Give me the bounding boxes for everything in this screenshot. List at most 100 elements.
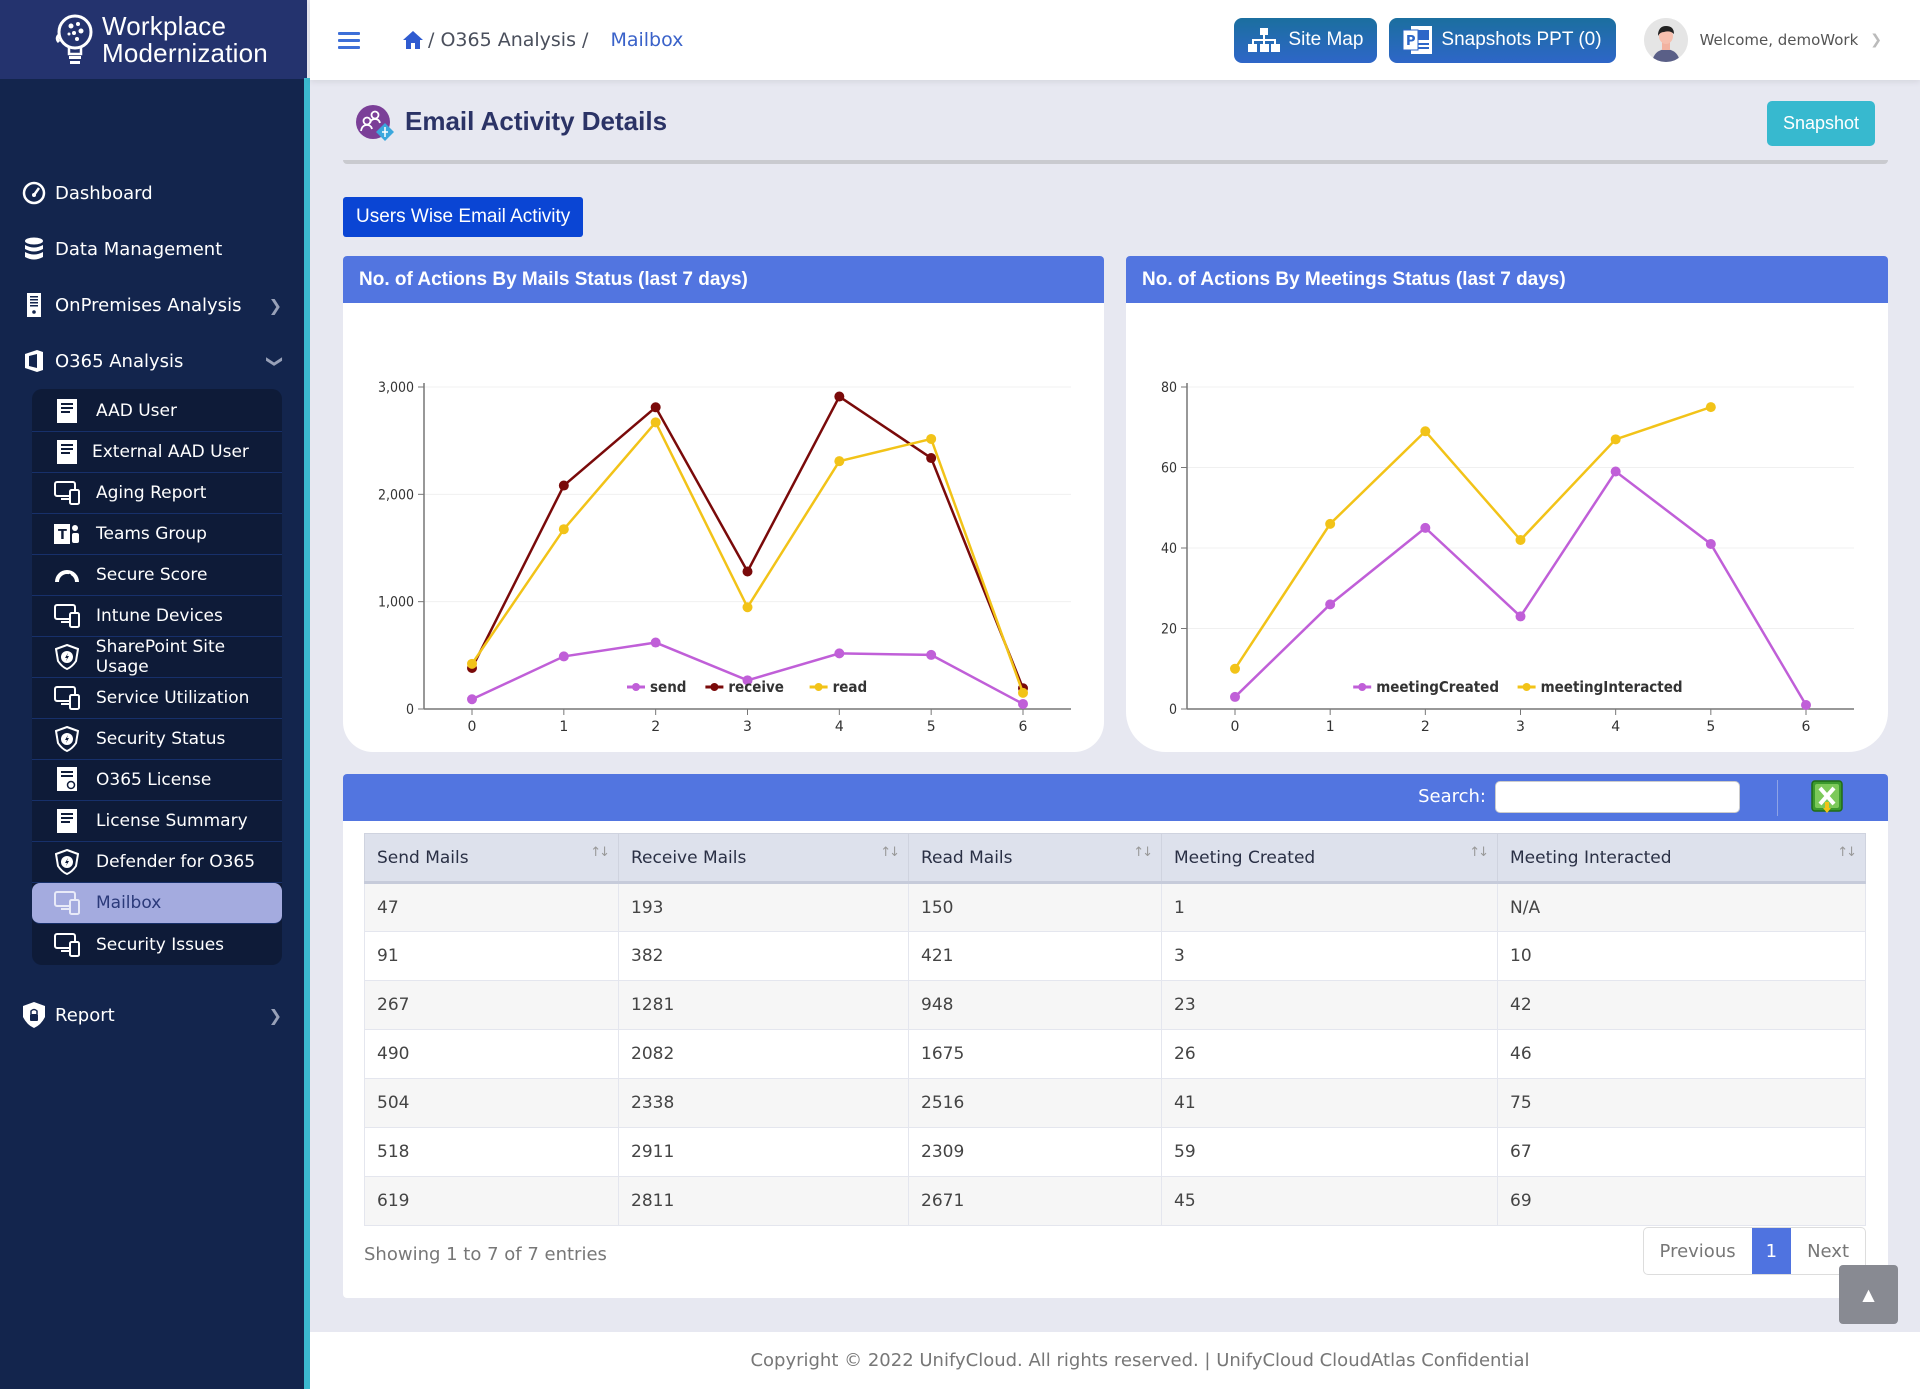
data-point-meetingInteracted[interactable] bbox=[1230, 663, 1240, 674]
data-point-meetingInteracted[interactable] bbox=[1705, 402, 1716, 413]
sidebar-item-service-utilization[interactable]: Service Utilization bbox=[32, 678, 282, 719]
sidebar-item-mailbox[interactable]: Mailbox bbox=[32, 883, 282, 924]
legend-item-receive[interactable]: receive bbox=[705, 678, 784, 696]
sidebar-item-aad-user[interactable]: AAD User bbox=[32, 391, 282, 432]
page-1-button[interactable]: 1 bbox=[1751, 1228, 1792, 1274]
data-point-receive[interactable] bbox=[926, 453, 937, 464]
table-cell: 41 bbox=[1161, 1078, 1498, 1128]
data-point-read[interactable] bbox=[742, 602, 753, 613]
home-icon[interactable] bbox=[402, 30, 424, 50]
data-point-send[interactable] bbox=[834, 648, 845, 659]
sidebar-item-dashboard[interactable]: Dashboard bbox=[0, 165, 304, 221]
sidebar-item-label: OnPremises Analysis bbox=[55, 294, 242, 316]
y-tick-label: 1,000 bbox=[378, 595, 414, 611]
sitemap-icon bbox=[1248, 28, 1281, 52]
menu-toggle-icon[interactable] bbox=[338, 31, 360, 49]
sidebar-item-defender-for-o365[interactable]: Defender for O365 bbox=[32, 842, 282, 883]
column-header-receive-mails[interactable]: Receive Mails ↑↓ bbox=[618, 833, 909, 884]
search-input[interactable] bbox=[1495, 781, 1740, 813]
breadcrumb-section[interactable]: / O365 Analysis / bbox=[428, 29, 588, 51]
user-menu[interactable]: Welcome, demoWork ❯ bbox=[1643, 18, 1882, 62]
sidebar-item-o365-analysis[interactable]: O365 Analysis ❯ bbox=[0, 333, 304, 389]
users-wise-email-activity-button[interactable]: Users Wise Email Activity bbox=[343, 197, 584, 237]
column-header-send-mails[interactable]: Send Mails ↑↓ bbox=[364, 833, 619, 884]
users-diamond-icon bbox=[356, 105, 394, 141]
top-actions: Site Map P Snapshots PPT (0) Welcome, de… bbox=[1234, 0, 1920, 80]
data-point-meetingInteracted[interactable] bbox=[1610, 434, 1621, 445]
snapshots-ppt-button[interactable]: P Snapshots PPT (0) bbox=[1389, 17, 1616, 63]
excel-export-icon[interactable] bbox=[1811, 780, 1843, 814]
sidebar-item-secure-score[interactable]: Secure Score bbox=[32, 555, 282, 596]
site-map-button[interactable]: Site Map bbox=[1234, 17, 1378, 63]
sidebar-item-data-management[interactable]: Data Management bbox=[0, 221, 304, 277]
column-header-meeting-created[interactable]: Meeting Created ↑↓ bbox=[1161, 833, 1498, 884]
sidebar-item-security-issues[interactable]: Security Issues bbox=[32, 924, 282, 965]
sidebar-item-aging-report[interactable]: Aging Report bbox=[32, 473, 282, 514]
sidebar-item-sharepoint-site-usage[interactable]: SharePoint Site Usage bbox=[32, 637, 282, 678]
data-point-read[interactable] bbox=[926, 433, 937, 444]
table-cell: 518 bbox=[364, 1127, 619, 1177]
data-point-send[interactable] bbox=[558, 651, 569, 662]
data-point-meetingCreated[interactable] bbox=[1610, 466, 1621, 477]
legend-item-send[interactable]: send bbox=[627, 678, 686, 696]
x-tick-label: 6 bbox=[1019, 719, 1028, 735]
data-point-meetingCreated[interactable] bbox=[1515, 611, 1526, 622]
avatar bbox=[1643, 18, 1688, 62]
sidebar-item-intune-devices[interactable]: Intune Devices bbox=[32, 596, 282, 637]
table-cell: 193 bbox=[618, 882, 909, 932]
chart-title: No. of Actions By Meetings Status (last … bbox=[1126, 256, 1888, 303]
data-point-meetingCreated[interactable] bbox=[1325, 599, 1336, 610]
data-point-send[interactable] bbox=[467, 694, 477, 705]
data-point-meetingInteracted[interactable] bbox=[1325, 518, 1336, 529]
y-tick-label: 3,000 bbox=[378, 380, 414, 396]
data-point-receive[interactable] bbox=[834, 391, 845, 402]
devices-icon bbox=[54, 686, 80, 710]
data-point-send[interactable] bbox=[650, 637, 661, 648]
sidebar-item-security-status[interactable]: Security Status bbox=[32, 719, 282, 760]
breadcrumb: / O365 Analysis / Mailbox bbox=[402, 29, 683, 51]
shield-icon bbox=[54, 644, 80, 670]
legend-item-meetingInteracted[interactable]: meetingInteracted bbox=[1517, 678, 1683, 696]
table-row: 267 1281 948 23 42 bbox=[364, 980, 1866, 1030]
table-body: 47 193 150 1 N/A 91 382 421 3 10 267 1281 948 23 42 490… bbox=[364, 882, 1866, 1226]
data-point-read[interactable] bbox=[467, 658, 477, 669]
brand-name: Workplace Modernization bbox=[102, 12, 268, 67]
data-point-meetingCreated[interactable] bbox=[1420, 522, 1431, 533]
scroll-to-top-button[interactable]: ▲ bbox=[1839, 1265, 1898, 1324]
data-point-read[interactable] bbox=[1018, 687, 1028, 698]
data-point-read[interactable] bbox=[558, 524, 569, 535]
mails-status-chart: 0 1,000 2,000 3,000 0 1 2 3 4 5 6 send receive read bbox=[378, 380, 1071, 735]
snapshot-button[interactable]: Snapshot bbox=[1767, 101, 1875, 146]
data-point-meetingCreated[interactable] bbox=[1801, 699, 1811, 710]
sidebar-item-o365-license[interactable]: O365 License bbox=[32, 760, 282, 801]
mails-status-chart-card: No. of Actions By Mails Status (last 7 d… bbox=[343, 256, 1104, 752]
data-point-receive[interactable] bbox=[558, 480, 569, 491]
data-point-receive[interactable] bbox=[742, 566, 753, 577]
data-point-receive[interactable] bbox=[650, 402, 661, 413]
data-point-meetingCreated[interactable] bbox=[1230, 691, 1240, 702]
data-point-read[interactable] bbox=[650, 417, 661, 428]
data-point-send[interactable] bbox=[926, 649, 937, 660]
meetings-status-chart: 0 20 40 60 80 0 1 2 3 4 5 6 meetingCreated meetingInt… bbox=[1161, 380, 1854, 735]
sidebar-item-teams-group[interactable]: T Teams Group bbox=[32, 514, 282, 555]
sidebar-item-onpremises-analysis[interactable]: OnPremises Analysis ❯ bbox=[0, 277, 304, 333]
data-point-meetingInteracted[interactable] bbox=[1420, 426, 1431, 437]
table-cell: 2671 bbox=[908, 1176, 1162, 1226]
sidebar-item-external-aad-user[interactable]: External AAD User bbox=[32, 432, 282, 473]
data-point-read[interactable] bbox=[834, 456, 845, 467]
legend-item-meetingCreated[interactable]: meetingCreated bbox=[1353, 678, 1499, 696]
legend-item-read[interactable]: read bbox=[809, 678, 868, 696]
column-header-meeting-interacted[interactable]: Meeting Interacted ↑↓ bbox=[1497, 833, 1866, 884]
sidebar-item-license-summary[interactable]: License Summary bbox=[32, 801, 282, 842]
data-point-send[interactable] bbox=[1018, 698, 1028, 709]
brand-logo[interactable]: Workplace Modernization bbox=[0, 0, 307, 79]
meetings-status-chart-card: No. of Actions By Meetings Status (last … bbox=[1126, 256, 1888, 752]
sidebar-item-report[interactable]: Report ❯ bbox=[0, 987, 304, 1043]
table-row: 619 2811 2671 45 69 bbox=[364, 1176, 1866, 1226]
table-cell: 504 bbox=[364, 1078, 619, 1128]
column-header-read-mails[interactable]: Read Mails ↑↓ bbox=[908, 833, 1162, 884]
data-point-meetingCreated[interactable] bbox=[1705, 538, 1716, 549]
legend-label: meetingInteracted bbox=[1541, 678, 1683, 696]
previous-page-button[interactable]: Previous bbox=[1644, 1228, 1752, 1274]
data-point-meetingInteracted[interactable] bbox=[1515, 534, 1526, 545]
